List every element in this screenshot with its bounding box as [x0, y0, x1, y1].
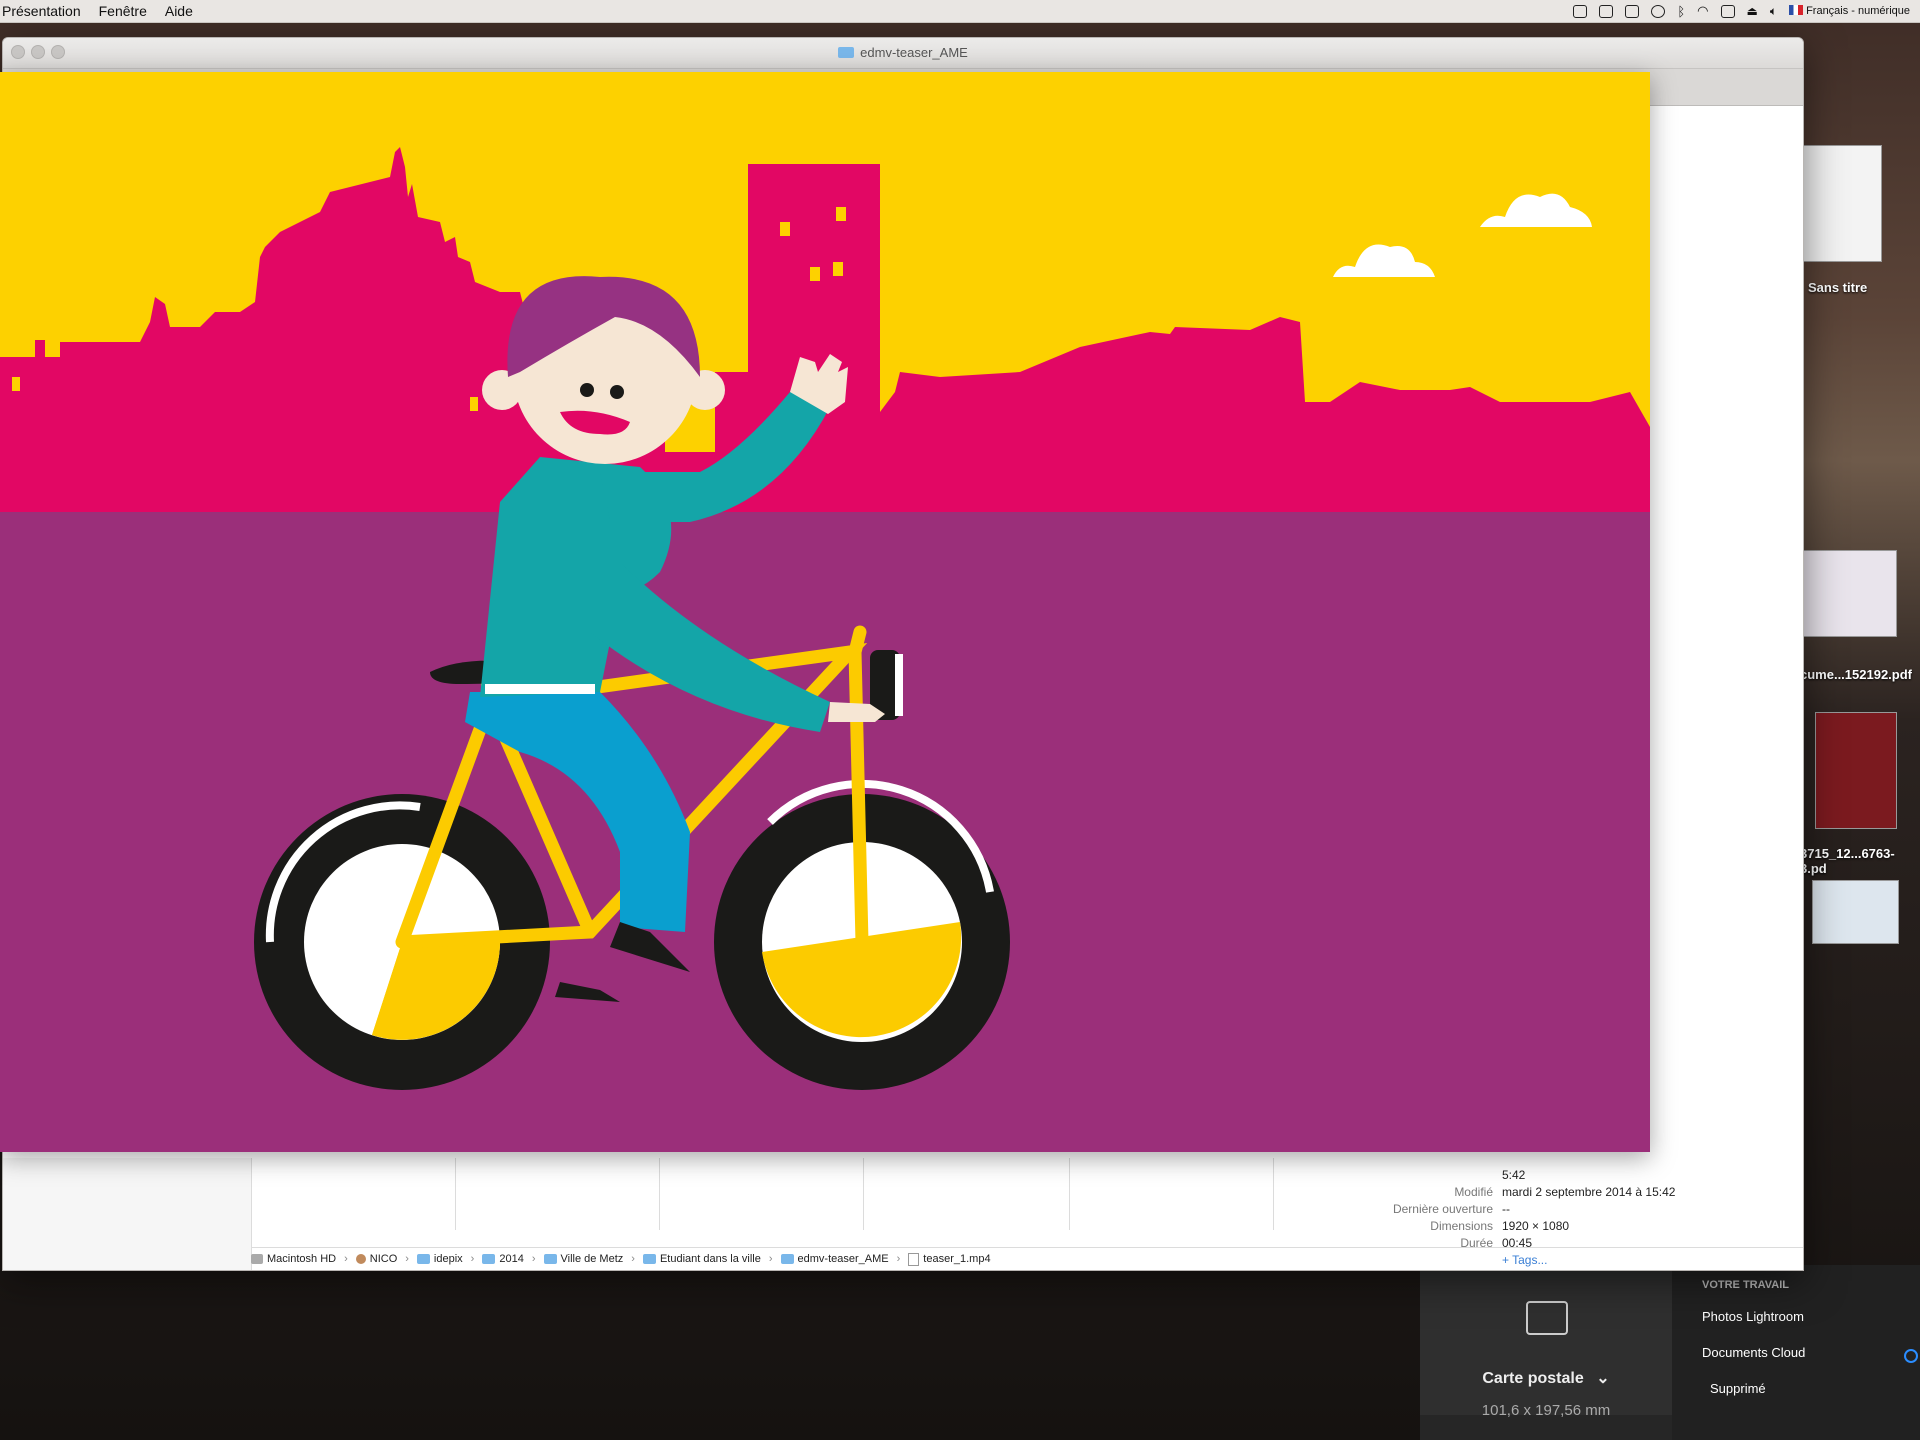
file-icon	[908, 1252, 920, 1266]
menubar: Présentation Fenêtre Aide ᛒ ◠ ⏏ 🔈︎ Franç…	[0, 0, 1920, 23]
path-item[interactable]: 2014	[482, 1253, 524, 1265]
paper-name: Carte postale	[1482, 1370, 1584, 1387]
sync-icon	[1904, 1349, 1918, 1363]
app-status-icon[interactable]	[1573, 4, 1588, 18]
pdf-thumbnail[interactable]	[1815, 712, 1897, 829]
time-machine-icon[interactable]	[1651, 4, 1666, 18]
user-icon	[355, 1254, 366, 1264]
ear	[685, 370, 725, 410]
paper-select[interactable]: Carte postale ⌄	[1420, 1368, 1672, 1388]
desktop-item-label[interactable]: 3715_12...6763-3.pd	[1800, 846, 1920, 876]
paper-icon	[1526, 1301, 1568, 1335]
flag-icon	[1789, 5, 1804, 15]
window	[780, 222, 790, 236]
path-item[interactable]: idepix	[416, 1253, 463, 1265]
path-label: idepix	[433, 1253, 463, 1265]
window	[836, 207, 846, 221]
path-item[interactable]: Macintosh HD	[251, 1253, 336, 1265]
window-title: edmv-teaser_AME	[3, 45, 1803, 60]
menu-window[interactable]: Fenêtre	[97, 3, 157, 19]
menu-presentation[interactable]: Présentation	[0, 3, 91, 19]
print-panel: Carte postale ⌄ 101,6 x 197,56 mm	[1420, 1265, 1672, 1419]
info-value: --	[1502, 1201, 1510, 1216]
sync-status-icon[interactable]	[1599, 4, 1614, 18]
path-bar: Macintosh HD › NICO › idepix › 2014 › Ville …	[251, 1247, 1803, 1270]
folder-icon	[482, 1254, 496, 1264]
path-label: edmv-teaser_AME	[797, 1253, 889, 1265]
folder-icon	[642, 1254, 656, 1264]
panel-heading: VOTRE TRAVAIL	[1702, 1279, 1789, 1291]
info-row: Dimensions 1920 × 1080	[1343, 1217, 1675, 1234]
paper-size: 101,6 x 197,56 mm	[1481, 1402, 1611, 1419]
eye	[610, 385, 624, 399]
desktop-item-label[interactable]: cume...152192.pdf	[1800, 667, 1912, 682]
info-value: mardi 2 septembre 2014 à 15:42	[1502, 1184, 1676, 1199]
folder-icon	[780, 1254, 794, 1264]
nav-item[interactable]: Photos Lightroom	[1702, 1309, 1804, 1324]
column-divider[interactable]	[659, 1158, 660, 1230]
pdf-thumbnail[interactable]	[1812, 880, 1899, 944]
input-source-label: Français - numérique	[1806, 5, 1910, 17]
status-area: ᛒ ◠ ⏏ 🔈︎ Français - numérique	[1573, 0, 1910, 22]
path-item[interactable]: edmv-teaser_AME	[780, 1253, 889, 1265]
column-divider[interactable]	[1069, 1158, 1070, 1230]
info-row: 5:42	[1343, 1166, 1675, 1183]
info-value: 1920 × 1080	[1502, 1218, 1570, 1233]
column-divider[interactable]	[455, 1158, 456, 1230]
path-item[interactable]: Ville de Metz	[543, 1253, 624, 1265]
document-thumbnail[interactable]	[1803, 145, 1882, 262]
chevron-down-icon: ⌄	[1596, 1370, 1610, 1387]
desktop-item-label[interactable]: Sans titre	[1808, 280, 1867, 295]
cloud-panel: VOTRE TRAVAIL Photos Lightroom Documents…	[1672, 1265, 1920, 1440]
path-label: Etudiant dans la ville	[659, 1253, 761, 1265]
window-titlebar: edmv-teaser_AME	[3, 38, 1803, 69]
airplay-icon[interactable]	[1720, 4, 1735, 18]
volume-icon[interactable]: 🔈︎	[1770, 4, 1777, 19]
nav-item[interactable]: Documents Cloud	[1702, 1345, 1805, 1360]
bluetooth-icon[interactable]: ᛒ	[1677, 4, 1685, 19]
path-label: Macintosh HD	[267, 1253, 337, 1265]
window-title-text: edmv-teaser_AME	[860, 45, 968, 60]
finder-sidebar	[3, 1158, 252, 1270]
path-label: 2014	[499, 1253, 524, 1265]
column-divider[interactable]	[1273, 1158, 1274, 1230]
eject-icon[interactable]: ⏏	[1747, 4, 1758, 18]
folder-icon	[416, 1254, 430, 1264]
menu-help[interactable]: Aide	[163, 3, 203, 19]
cyclist-illustration	[0, 72, 1650, 1152]
wifi-icon[interactable]: ◠	[1697, 3, 1708, 19]
info-row: Dernière ouverture --	[1343, 1200, 1675, 1217]
hard-drive-icon	[251, 1254, 263, 1264]
window	[470, 397, 478, 411]
ear	[482, 370, 522, 410]
info-key: Dernière ouverture	[1392, 1201, 1493, 1216]
video-preview[interactable]	[0, 72, 1650, 1152]
info-value: 5:42	[1502, 1167, 1526, 1182]
app-panel: Carte postale ⌄ 101,6 x 197,56 mm VOTRE …	[1420, 1265, 1920, 1440]
info-key: Dimensions	[1430, 1218, 1493, 1233]
column-divider[interactable]	[863, 1158, 864, 1230]
path-item[interactable]: teaser_1.mp4	[908, 1252, 991, 1266]
window	[12, 377, 20, 391]
path-item[interactable]: Etudiant dans la ville	[642, 1253, 761, 1265]
eye	[580, 383, 594, 397]
path-label: Ville de Metz	[560, 1253, 624, 1265]
path-label: NICO	[369, 1253, 398, 1265]
window	[810, 267, 820, 281]
nav-item[interactable]: Supprimé	[1710, 1381, 1766, 1396]
folder-icon	[838, 47, 855, 58]
path-label: teaser_1.mp4	[923, 1253, 991, 1265]
input-source-menu[interactable]: Français - numérique	[1789, 5, 1910, 17]
creative-cloud-icon[interactable]	[1625, 4, 1640, 18]
path-item[interactable]: NICO	[355, 1253, 398, 1265]
window	[833, 262, 843, 276]
info-key: Modifié	[1454, 1184, 1493, 1199]
folder-icon	[543, 1254, 557, 1264]
pdf-thumbnail[interactable]	[1803, 550, 1897, 637]
belt	[485, 684, 595, 694]
info-row: Modifié mardi 2 septembre 2014 à 15:42	[1343, 1183, 1675, 1200]
